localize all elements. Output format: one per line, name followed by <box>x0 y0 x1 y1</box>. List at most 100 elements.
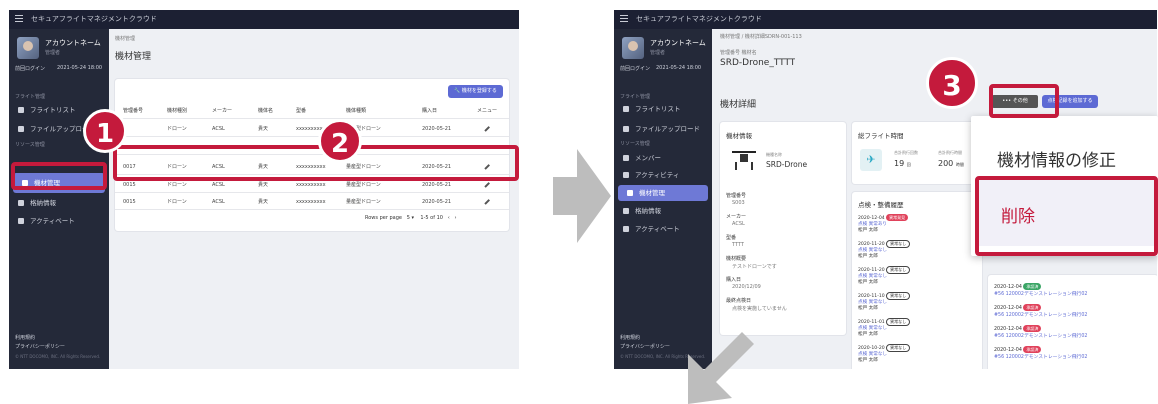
pagination: Rows per page 5 ▾ 1-5 of 10 ‹ › <box>365 215 457 221</box>
upload-icon <box>623 126 629 132</box>
activity-icon <box>623 172 629 178</box>
edit-icon[interactable] <box>484 126 490 132</box>
activate-icon <box>18 218 24 224</box>
next-page-icon[interactable]: › <box>455 215 457 221</box>
page-title: 機材管理 <box>115 52 152 62</box>
field-value: 点検を実施していません <box>732 306 787 312</box>
field-label: メーカー <box>726 214 747 220</box>
sidebar-item-equipment[interactable]: 機材管理 <box>618 185 708 201</box>
field-label: 最終点検日 <box>726 298 752 304</box>
arrow-down-icon <box>688 332 754 404</box>
wrench-icon: 🔧 <box>454 88 461 94</box>
sidebar: アカウントネーム 管理者 前回ログイン 2021-05-24 18:00 フライ… <box>614 29 712 369</box>
field-label: 購入日 <box>726 277 742 283</box>
last-login: 2021-05-24 18:00 <box>656 65 702 71</box>
last-login: 2021-05-24 18:00 <box>57 65 103 71</box>
sidebar-item-storage[interactable]: 格納情報 <box>9 195 109 211</box>
last-login-label: 前回ログイン <box>620 66 651 72</box>
storage-icon <box>18 200 24 206</box>
app-title: セキュアフライトマネジメントクラウド <box>636 15 762 23</box>
user-name: アカウントネーム <box>45 39 101 47</box>
terms-link[interactable]: 利用規約 <box>620 334 640 341</box>
flight-log-entry[interactable]: 2020-12-04 承認済 #56 120002デモンストレーション飛行02 <box>994 283 1154 298</box>
drone-icon <box>732 151 756 170</box>
sidebar-item-members[interactable]: メンバー <box>614 150 714 166</box>
sidebar-item-activity[interactable]: アクティビティ <box>614 167 714 183</box>
status-badge: 承認済 <box>1023 283 1042 290</box>
status-badge: 異常なし <box>886 266 911 274</box>
field-label: 型番 <box>726 235 737 241</box>
sidebar-item-activate[interactable]: アクティベート <box>614 221 714 237</box>
terms-link[interactable]: 利用規約 <box>15 334 35 341</box>
section-flight: フライト管理 <box>15 94 46 100</box>
info-card-title: 機材情報 <box>726 132 752 140</box>
inspection-entry[interactable]: 2020-10-20 異常なし 点検 異常なし 松戸 太郎 <box>858 344 978 364</box>
breadcrumb[interactable]: 機材管理 <box>115 35 135 42</box>
status-badge: 異常なし <box>886 292 911 300</box>
table-header: 管理番号 機材種別 メーカー 機体名 型番 機体種類 購入日 メニュー <box>115 103 509 119</box>
count-value: 19 回 <box>894 159 911 168</box>
breadcrumb[interactable]: 機材管理 / 機材詳細SDRN-001-113 <box>720 33 802 40</box>
highlight-more-button <box>989 84 1059 118</box>
flight-log-entry[interactable]: 2020-12-04 承認済 #56 120002デモンストレーション飛行02 <box>994 304 1154 319</box>
prev-page-icon[interactable]: ‹ <box>448 215 450 221</box>
sidebar-item-flight-list[interactable]: フライトリスト <box>614 101 714 117</box>
edit-icon[interactable] <box>484 182 490 188</box>
status-badge: 異常発見 <box>886 214 909 221</box>
rows-per-page-select[interactable]: 5 <box>407 215 410 221</box>
inspection-entry[interactable]: 2020-11-20 異常なし 点検 異常なし 松戸 太郎 <box>858 266 978 286</box>
equipment-name: SRD-Drone <box>766 160 808 169</box>
inspection-history-card: 点検・整備履歴 2020-12-04 異常発見 点検 異常あり 松戸 太郎 2020-… <box>852 192 982 369</box>
section-flight: フライト管理 <box>620 94 651 100</box>
highlight-row <box>113 145 519 181</box>
inspection-card-title: 点検・整備履歴 <box>858 201 904 209</box>
register-equipment-button[interactable]: 🔧 機材を登録する <box>448 85 503 98</box>
menu-icon[interactable] <box>15 15 23 23</box>
count-label: 合計飛行回数 <box>894 150 918 155</box>
field-value: 2020/12/09 <box>732 284 761 290</box>
inspection-entry[interactable]: 2020-11-20 異常なし 点検 異常なし 松戸 太郎 <box>858 240 978 260</box>
storage-icon <box>623 208 629 214</box>
sidebar-item-activate[interactable]: アクティベート <box>9 213 109 229</box>
user-role: 管理者 <box>650 50 666 56</box>
table-row[interactable]: ドローン ACSL 貴天 xxxxxxxxxx 量産型ドローン 2020-05-… <box>115 121 509 137</box>
step-3-badge: 3 <box>926 57 978 109</box>
airplane-icon <box>623 106 629 112</box>
time-value: 200 時間 <box>938 159 964 168</box>
sidebar-item-file-upload[interactable]: ファイルアップロード <box>614 121 714 137</box>
airplane-icon: ✈ <box>860 149 882 171</box>
edit-icon[interactable] <box>484 199 490 205</box>
step-1-badge: 1 <box>83 109 127 153</box>
privacy-link[interactable]: プライバシーポリシー <box>620 343 670 350</box>
menu-icon[interactable] <box>620 15 628 23</box>
inspection-entry[interactable]: 2020-11-01 異常なし 点検 異常なし 松戸 太郎 <box>858 318 978 338</box>
table-row[interactable]: 0015 ドローン ACSL 貴天 xxxxxxxxxx 量産型ドローン 202… <box>115 194 509 210</box>
field-value: TTTT <box>732 242 744 248</box>
last-login-label: 前回ログイン <box>15 66 46 72</box>
top-bar: セキュアフライトマネジメントクラウド <box>614 10 1157 29</box>
sidebar-item-storage[interactable]: 格納情報 <box>614 203 714 219</box>
copyright: © NTT DOCOMO, INC. All Rights Reserved. <box>15 354 101 359</box>
inspection-entry[interactable]: 2020-11-10 異常なし 点検 異常なし 松戸 太郎 <box>858 292 978 312</box>
avatar <box>622 37 644 59</box>
flight-log-entry[interactable]: 2020-12-04 承認済 #56 120002デモンストレーション飛行02 <box>994 325 1154 340</box>
flight-log-entry[interactable]: 2020-12-04 承認済 #56 120002デモンストレーション飛行02 <box>994 346 1154 361</box>
user-name: アカウントネーム <box>650 39 706 47</box>
status-badge: 承認済 <box>1023 304 1042 311</box>
main-content: 機材管理 機材管理 🔧 機材を登録する 管理番号 機材種別 メーカー 機体名 型… <box>109 29 519 369</box>
menu-item-edit[interactable]: 機材情報の修正 <box>997 146 1116 171</box>
highlight-delete <box>975 176 1158 256</box>
airplane-icon <box>18 107 24 113</box>
field-label: 管理番号 <box>726 193 747 199</box>
section-resource: リソース管理 <box>15 142 45 148</box>
field-label: 機材概要 <box>726 256 747 262</box>
avatar <box>17 37 39 59</box>
highlight-sidebar <box>11 162 107 190</box>
time-label: 合計飛行時間 <box>938 150 962 155</box>
privacy-link[interactable]: プライバシーポリシー <box>15 343 65 350</box>
arrow-right-icon <box>553 149 611 243</box>
inspection-entry[interactable]: 2020-12-04 異常発見 点検 異常あり 松戸 太郎 <box>858 214 978 234</box>
name-label: 機種名称 <box>766 152 782 157</box>
section-resource: リソース管理 <box>620 141 650 147</box>
status-badge: 異常なし <box>886 240 911 248</box>
